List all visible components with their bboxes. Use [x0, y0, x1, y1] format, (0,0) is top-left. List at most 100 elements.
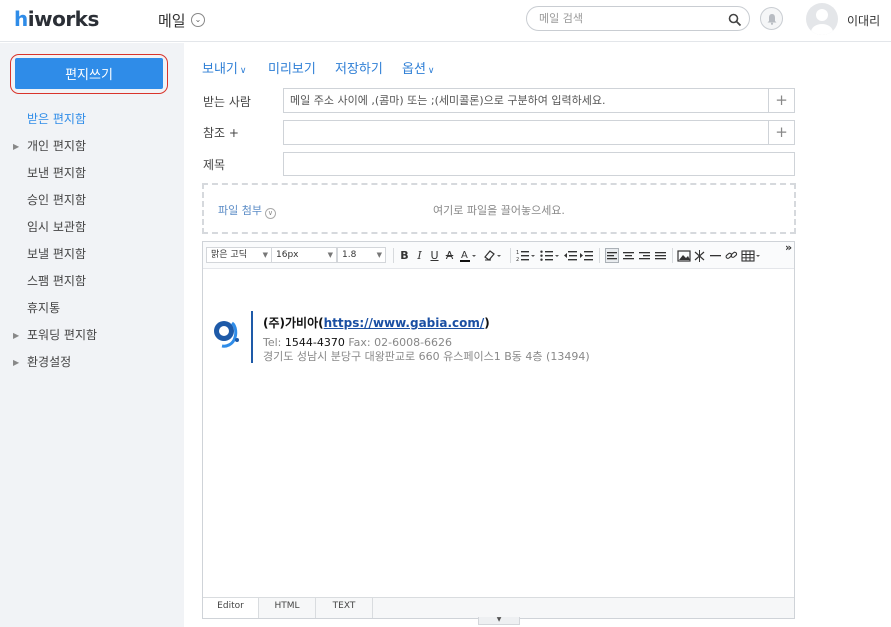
logo-text: iworks: [27, 7, 100, 31]
sidebar-item-label: 개인 편지함: [27, 139, 87, 153]
notification-bell-icon[interactable]: [760, 7, 783, 30]
expand-triangle-icon[interactable]: ▶: [13, 133, 19, 160]
sidebar-item-forwarding[interactable]: ▶ 포워딩 편지함: [0, 322, 184, 349]
to-field: +: [283, 88, 795, 113]
app-switch-chevron-icon[interactable]: ⌄: [191, 13, 205, 27]
sidebar-item-sent[interactable]: 보낸 편지함: [0, 160, 184, 187]
chevron-down-icon: ▼: [262, 251, 268, 259]
line-height-select[interactable]: 1.8 ▼: [337, 247, 386, 263]
chevron-down-icon: ∨: [264, 208, 276, 219]
line-height-value: 1.8: [342, 250, 357, 260]
bold-icon[interactable]: B: [399, 248, 410, 263]
align-left-icon[interactable]: [605, 248, 619, 263]
sidebar-item-label: 보낼 편지함: [27, 247, 87, 261]
image-icon[interactable]: [677, 248, 691, 263]
strikethrough-icon[interactable]: A: [444, 248, 455, 263]
attachment-dropzone[interactable]: 파일 첨부 ∨ 여기로 파일을 끌어놓으세요.: [202, 183, 796, 234]
sidebar-item-label: 스팸 편지함: [27, 274, 87, 288]
sidebar-item-inbox[interactable]: 받은 편지함: [0, 106, 184, 133]
expand-triangle-icon[interactable]: ▶: [13, 322, 19, 349]
sidebar: 편지쓰기 받은 편지함 ▶ 개인 편지함 보낸 편지함 승인 편지함 임시 보관함…: [0, 43, 184, 627]
editor-resize-handle[interactable]: ▼: [478, 617, 520, 625]
indent-icon[interactable]: [580, 248, 593, 263]
compose-highlight: 편지쓰기: [10, 54, 168, 94]
sidebar-item-outbox[interactable]: 보낼 편지함: [0, 241, 184, 268]
highlight-color-icon[interactable]: [483, 248, 503, 263]
sidebar-item-label: 환경설정: [27, 355, 72, 369]
add-recipient-plus-icon[interactable]: +: [768, 89, 794, 112]
font-size-select[interactable]: 16px ▼: [271, 247, 337, 263]
company-link[interactable]: https://www.gabia.com/: [324, 316, 485, 330]
user-name[interactable]: 이대리: [847, 12, 880, 29]
sidebar-item-label: 임시 보관함: [27, 220, 87, 234]
signature-company: (주)가비아(https://www.gabia.com/): [263, 314, 490, 331]
cc-toggle[interactable]: 참조 +: [203, 124, 239, 141]
sidebar-item-spam[interactable]: 스팸 편지함: [0, 268, 184, 295]
sidebar-item-settings[interactable]: ▶ 환경설정: [0, 349, 184, 376]
sidebar-item-personal[interactable]: ▶ 개인 편지함: [0, 133, 184, 160]
sidebar-item-drafts[interactable]: 임시 보관함: [0, 214, 184, 241]
tab-editor[interactable]: Editor: [203, 598, 259, 618]
save-button[interactable]: 저장하기: [335, 58, 383, 77]
font-size-value: 16px: [276, 250, 299, 260]
to-label: 받는 사람: [203, 95, 251, 109]
preview-button[interactable]: 미리보기: [268, 58, 316, 77]
chevron-down-icon: ▼: [376, 251, 382, 259]
company-name: (주)가비아(: [263, 316, 324, 330]
drop-hint: 여기로 파일을 끌어놓으세요.: [433, 204, 565, 217]
align-justify-icon[interactable]: [654, 248, 667, 263]
mail-search: [526, 6, 750, 31]
toolbar-more-icon[interactable]: »: [785, 241, 792, 254]
editor-mode-tabs: Editor HTML TEXT: [203, 597, 794, 618]
logo-accent: h: [14, 7, 28, 31]
sidebar-item-label: 보낸 편지함: [27, 166, 87, 180]
italic-icon[interactable]: I: [414, 248, 425, 263]
subject-label: 제목: [203, 158, 226, 172]
underline-icon[interactable]: U: [429, 248, 440, 263]
tab-text[interactable]: TEXT: [316, 598, 373, 618]
sidebar-item-label: 포워딩 편지함: [27, 328, 98, 342]
sidebar-item-label: 휴지통: [27, 301, 61, 315]
editor-toolbar: 맑은 고딕 ▼ 16px ▼ 1.8 ▼ B I U A A 12 »: [203, 241, 794, 269]
cc-input[interactable]: [290, 123, 760, 142]
link-icon[interactable]: [725, 248, 738, 263]
subject-input[interactable]: [290, 155, 785, 174]
svg-text:A: A: [461, 250, 468, 261]
toolbar-divider: [599, 248, 600, 263]
send-button[interactable]: 보내기 ∨: [202, 58, 246, 77]
toolbar-divider: [393, 248, 394, 263]
table-icon[interactable]: [741, 248, 761, 263]
align-right-icon[interactable]: [638, 248, 651, 263]
svg-text:2: 2: [516, 257, 519, 263]
sidebar-item-approval[interactable]: 승인 편지함: [0, 187, 184, 214]
align-center-icon[interactable]: [622, 248, 635, 263]
signature-divider: [251, 311, 253, 363]
expand-triangle-icon[interactable]: ▶: [13, 349, 19, 376]
avatar[interactable]: [806, 3, 838, 35]
font-family-select[interactable]: 맑은 고딕 ▼: [206, 247, 272, 263]
special-character-icon[interactable]: [693, 248, 706, 263]
compose-button[interactable]: 편지쓰기: [15, 58, 163, 89]
mail-editor: 맑은 고딕 ▼ 16px ▼ 1.8 ▼ B I U A A 12 » (주)가…: [202, 241, 795, 619]
chevron-down-icon: ▼: [327, 251, 333, 259]
mailbox-nav: 받은 편지함 ▶ 개인 편지함 보낸 편지함 승인 편지함 임시 보관함 보낼 편…: [0, 106, 184, 376]
outdent-icon[interactable]: [564, 248, 577, 263]
font-color-icon[interactable]: A: [459, 248, 477, 263]
horizontal-rule-icon[interactable]: [709, 248, 722, 263]
tab-html[interactable]: HTML: [259, 598, 316, 618]
svg-text:1: 1: [516, 250, 519, 256]
search-icon[interactable]: [728, 12, 742, 27]
hiworks-logo[interactable]: hiworks: [14, 7, 99, 31]
app-title[interactable]: 메일: [158, 10, 186, 31]
subject-field: [283, 152, 795, 176]
attach-file-button[interactable]: 파일 첨부 ∨: [218, 202, 276, 219]
add-cc-plus-icon[interactable]: +: [768, 121, 794, 144]
bullet-list-icon[interactable]: [540, 248, 560, 263]
search-input[interactable]: [539, 10, 719, 27]
toolbar-divider: [510, 248, 511, 263]
ordered-list-icon[interactable]: 12: [516, 248, 536, 263]
sidebar-item-label: 받은 편지함: [27, 112, 87, 126]
options-button[interactable]: 옵션 ∨: [402, 58, 435, 77]
sidebar-item-trash[interactable]: 휴지통: [0, 295, 184, 322]
to-input[interactable]: [290, 91, 760, 110]
